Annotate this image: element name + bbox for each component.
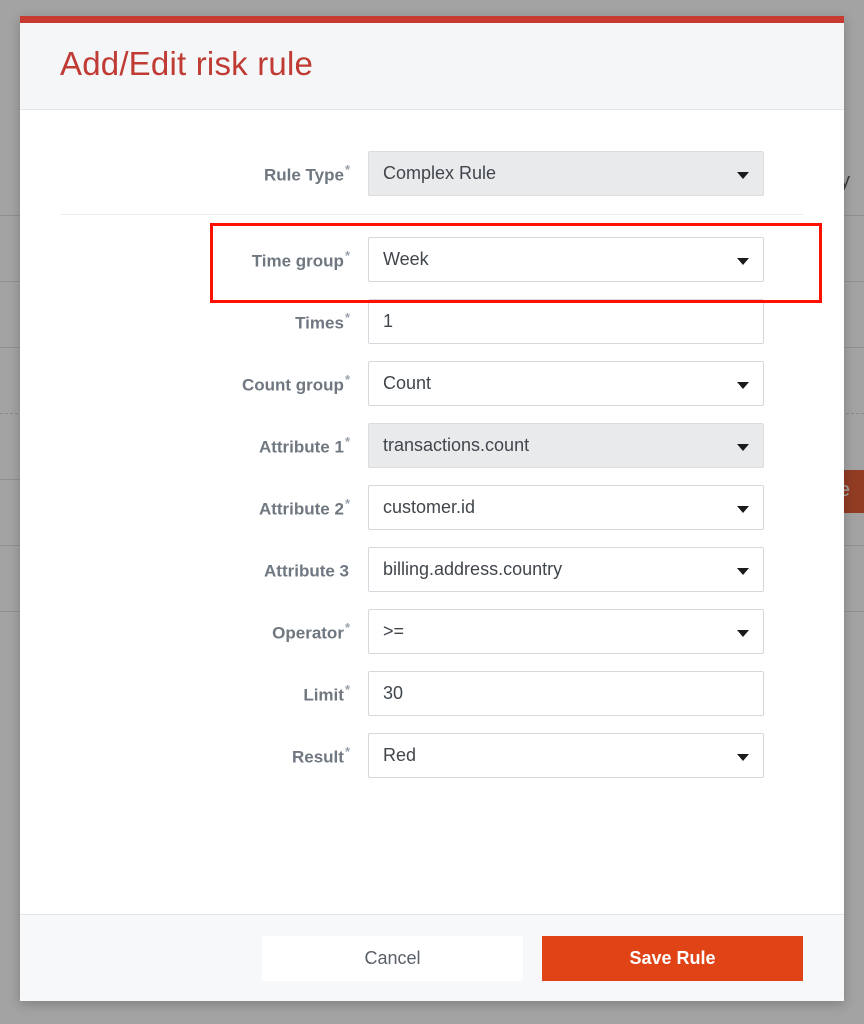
attribute-2-select[interactable]: customer.id [368, 485, 764, 530]
dialog-accent-bar [20, 16, 844, 23]
chevron-down-icon [737, 629, 749, 637]
rule-type-field-wrap: Complex Rule [368, 151, 764, 196]
rule-type-value: Complex Rule [383, 163, 497, 183]
times-label-text: Times [295, 313, 344, 333]
times-label: Times* [20, 310, 368, 334]
required-marker: * [344, 247, 350, 263]
chevron-down-icon [737, 257, 749, 265]
dialog-body: Rule Type* Complex Rule Time group* Week [20, 110, 844, 914]
attribute-1-value: transactions.count [383, 435, 530, 455]
result-field-wrap: Red [368, 733, 764, 778]
chevron-down-icon [737, 505, 749, 513]
attribute-2-field-wrap: customer.id [368, 485, 764, 530]
times-field-wrap: 1 [368, 299, 764, 344]
required-marker: * [344, 161, 350, 177]
time-group-label: Time group* [20, 248, 368, 272]
result-value: Red [383, 745, 417, 765]
page-title: Add/Edit risk rule [60, 45, 314, 82]
attribute-2-label: Attribute 2* [20, 496, 368, 520]
operator-label: Operator* [20, 620, 368, 644]
form-row-limit: Limit* 30 [20, 671, 844, 716]
result-select[interactable]: Red [368, 733, 764, 778]
attribute-3-select[interactable]: billing.address.country [368, 547, 764, 592]
times-input[interactable]: 1 [368, 299, 764, 344]
rule-fields-group: Time group* Week Times* 1 Count group* C… [20, 237, 844, 778]
chevron-down-icon [737, 381, 749, 389]
cancel-button[interactable]: Cancel [262, 935, 523, 981]
time-group-value: Week [383, 249, 429, 269]
form-row-attribute-1: Attribute 1* transactions.count [20, 423, 844, 468]
required-marker: * [344, 619, 350, 635]
form-row-times: Times* 1 [20, 299, 844, 344]
add-edit-risk-rule-dialog: Add/Edit risk rule Rule Type* Complex Ru… [20, 16, 844, 1001]
rule-type-label-text: Rule Type [263, 165, 344, 185]
section-divider [60, 214, 804, 215]
time-group-field-wrap: Week [368, 237, 764, 282]
rule-type-label: Rule Type* [20, 162, 368, 186]
attribute-3-label: Attribute 3 [20, 558, 368, 582]
form-row-count-group: Count group* Count [20, 361, 844, 406]
form-row-time-group: Time group* Week [20, 237, 844, 282]
form-row-result: Result* Red [20, 733, 844, 778]
chevron-down-icon [737, 171, 749, 179]
limit-label: Limit* [20, 682, 368, 706]
operator-select[interactable]: >= [368, 609, 764, 654]
attribute-1-label-text: Attribute 1 [258, 437, 344, 457]
chevron-down-icon [737, 753, 749, 761]
count-group-label-text: Count group [241, 375, 344, 395]
attribute-3-field-wrap: billing.address.country [368, 547, 764, 592]
required-marker: * [344, 433, 350, 449]
result-label-text: Result [291, 747, 344, 767]
operator-label-text: Operator [272, 623, 344, 643]
limit-input[interactable]: 30 [368, 671, 764, 716]
time-group-label-text: Time group [251, 251, 344, 271]
attribute-1-field-wrap: transactions.count [368, 423, 764, 468]
dialog-header: Add/Edit risk rule [20, 23, 844, 110]
result-label: Result* [20, 744, 368, 768]
attribute-3-value: billing.address.country [383, 559, 563, 579]
count-group-label: Count group* [20, 372, 368, 396]
times-value: 1 [383, 311, 394, 331]
attribute-3-label-text: Attribute 3 [264, 561, 349, 581]
dialog-footer: Cancel Save Rule [20, 914, 844, 1001]
form-row-rule-type: Rule Type* Complex Rule [20, 151, 844, 196]
time-group-select[interactable]: Week [368, 237, 764, 282]
required-marker: * [344, 495, 350, 511]
form-row-operator: Operator* >= [20, 609, 844, 654]
attribute-1-select[interactable]: transactions.count [368, 423, 764, 468]
limit-field-wrap: 30 [368, 671, 764, 716]
count-group-field-wrap: Count [368, 361, 764, 406]
count-group-value: Count [383, 373, 432, 393]
attribute-2-label-text: Attribute 2 [258, 499, 344, 519]
save-rule-button[interactable]: Save Rule [542, 935, 803, 981]
operator-value: >= [383, 621, 405, 641]
rule-type-select[interactable]: Complex Rule [368, 151, 764, 196]
required-marker: * [344, 681, 350, 697]
chevron-down-icon [737, 443, 749, 451]
attribute-2-value: customer.id [383, 497, 476, 517]
chevron-down-icon [737, 567, 749, 575]
form-row-attribute-3: Attribute 3 billing.address.country [20, 547, 844, 592]
required-marker: * [344, 309, 350, 325]
limit-value: 30 [383, 683, 404, 703]
count-group-select[interactable]: Count [368, 361, 764, 406]
required-marker: * [344, 743, 350, 759]
operator-field-wrap: >= [368, 609, 764, 654]
required-marker: * [344, 371, 350, 387]
form-row-attribute-2: Attribute 2* customer.id [20, 485, 844, 530]
limit-label-text: Limit [303, 685, 344, 705]
attribute-1-label: Attribute 1* [20, 434, 368, 458]
